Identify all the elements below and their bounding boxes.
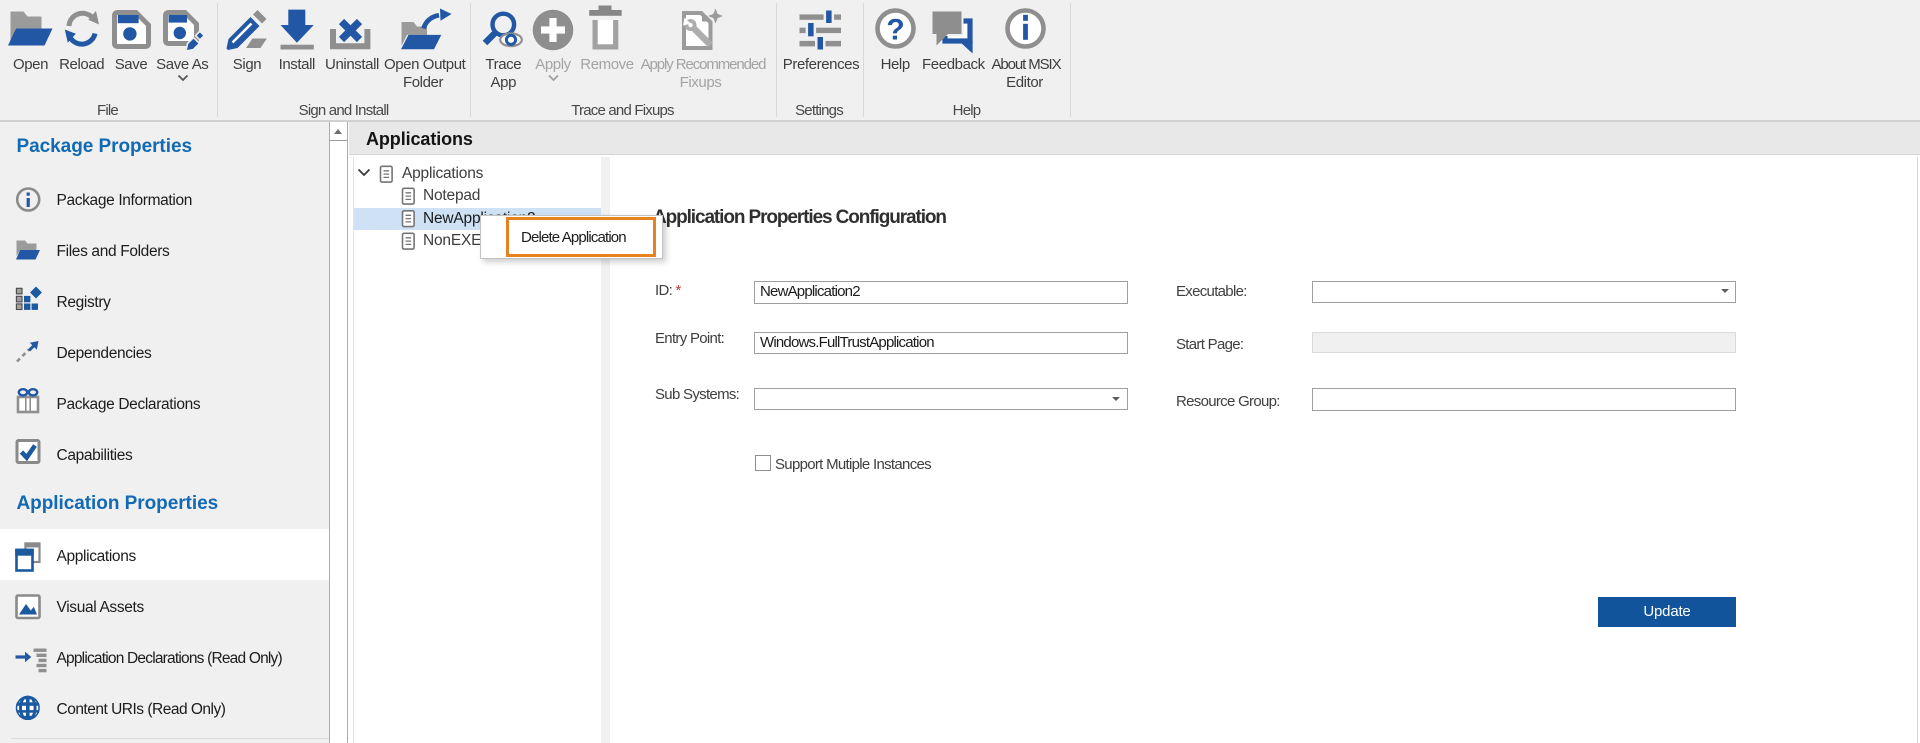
- svg-text:?: ?: [886, 14, 904, 47]
